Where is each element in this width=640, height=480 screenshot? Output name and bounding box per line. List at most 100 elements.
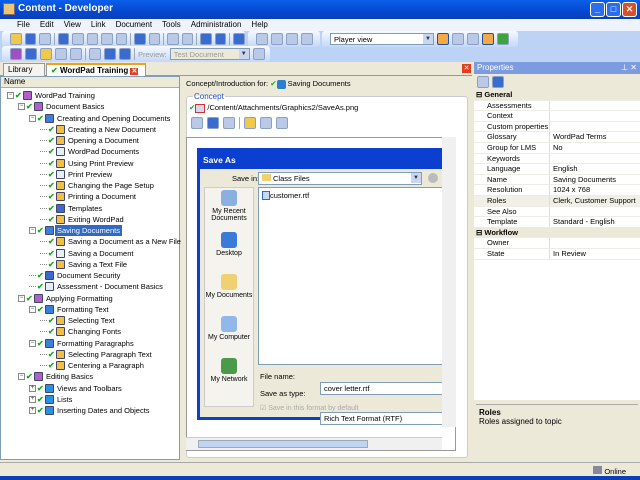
categorized-icon[interactable] (477, 76, 489, 88)
property-row[interactable]: Group for LMS No (474, 142, 640, 154)
property-category[interactable]: ⊟ Workflow (474, 227, 640, 239)
tab-wordpad-training[interactable]: ✔ WordPad Training ✕ (46, 63, 146, 76)
property-value[interactable] (550, 153, 640, 164)
layout-columns-icon[interactable] (467, 33, 479, 45)
column-header-name[interactable]: Name (1, 77, 179, 88)
tree-item[interactable]: ✔ WordPad Documents (40, 146, 141, 157)
tree-item[interactable]: − ✔ Saving Documents (29, 225, 122, 236)
tree-item[interactable]: ✔ Using Print Preview (40, 158, 135, 169)
image-icon[interactable] (223, 116, 235, 129)
maximize-button[interactable]: □ (606, 2, 621, 17)
tree-item[interactable]: ✔ Print Preview (40, 169, 114, 180)
scroll-thumb[interactable] (198, 440, 368, 448)
menu-tools[interactable]: Tools (157, 19, 186, 31)
tree-item[interactable]: ✔ Creating a New Document (40, 124, 158, 135)
menu-view[interactable]: View (59, 19, 86, 31)
collapse-icon[interactable]: − (18, 294, 25, 302)
tree-item[interactable]: ✔ Opening a Document (40, 135, 141, 146)
menu-link[interactable]: Link (86, 19, 111, 31)
check-in-icon[interactable] (256, 33, 268, 45)
properties-icon[interactable] (115, 33, 128, 45)
tree-item[interactable]: − ✔ Document Basics (18, 101, 106, 112)
sort-alphabetical-icon[interactable] (492, 76, 504, 88)
tree-item[interactable]: ✔ Saving a Text File (40, 259, 129, 270)
vertical-scrollbar[interactable] (442, 137, 456, 427)
tree-item[interactable]: ✔ Saving a Document as a New File (40, 236, 183, 247)
menu-file[interactable]: File (12, 19, 35, 31)
edit-pencil-icon[interactable] (244, 116, 256, 129)
tree-item[interactable]: + ✔ Views and Toolbars (29, 383, 124, 394)
collapse-icon[interactable]: − (29, 305, 36, 313)
tree-item[interactable]: − ✔ WordPad Training (7, 90, 97, 101)
tree-item[interactable]: ✔ Document Security (29, 270, 122, 281)
property-row[interactable]: Context (474, 111, 640, 122)
tree-item[interactable]: ✔ Changing the Page Setup (40, 180, 156, 191)
property-value[interactable] (550, 111, 640, 121)
redo-icon[interactable] (148, 33, 161, 45)
help-icon[interactable] (233, 33, 245, 45)
spellcheck-icon[interactable] (214, 33, 227, 45)
tree-item[interactable]: ✔ Selecting Paragraph Text (40, 349, 154, 360)
property-value[interactable] (550, 100, 640, 111)
copy-icon[interactable] (72, 33, 84, 45)
property-value[interactable]: Saving Documents (550, 174, 640, 185)
web-icon[interactable] (207, 116, 219, 129)
collapse-icon[interactable]: − (29, 227, 36, 234)
menu-document[interactable]: Document (111, 19, 157, 31)
minimize-button[interactable]: _ (590, 2, 605, 17)
tree-item[interactable]: − ✔ Applying Formatting (18, 293, 115, 304)
find-icon[interactable] (200, 33, 212, 45)
new-course-icon[interactable] (10, 48, 22, 60)
attachment-path[interactable]: /Content/Attachments/Graphics2/SaveAs.pn… (207, 103, 358, 112)
menu-edit[interactable]: Edit (35, 19, 59, 31)
tree-item[interactable]: ✔ Assessment - Document Basics (29, 281, 165, 292)
property-value[interactable]: English (550, 164, 640, 174)
close-tab-icon[interactable]: ✕ (130, 68, 139, 75)
property-row[interactable]: See Also (474, 206, 640, 218)
view-select[interactable]: Player view ▼ (330, 33, 434, 45)
tree-item[interactable]: + ✔ Inserting Dates and Objects (29, 405, 152, 416)
expand-icon[interactable] (167, 33, 179, 45)
tree-item[interactable]: ✔ Printing a Document (40, 191, 138, 202)
property-row[interactable]: Custom properties (474, 121, 640, 133)
property-row[interactable]: Language English (474, 164, 640, 175)
close-pane-icon[interactable]: ✕ (462, 64, 471, 73)
property-value[interactable] (550, 206, 640, 217)
collapse-icon[interactable]: − (7, 92, 14, 99)
new-question-dropdown-icon[interactable] (70, 48, 82, 60)
open-icon[interactable] (10, 33, 22, 45)
layout-split-icon[interactable] (452, 33, 464, 45)
print-icon[interactable] (39, 33, 51, 45)
close-button[interactable]: ✕ (622, 2, 637, 17)
property-value[interactable] (550, 121, 640, 132)
move-up-icon[interactable] (104, 48, 116, 60)
preview-document-icon[interactable] (276, 116, 288, 129)
demote-icon[interactable] (89, 48, 101, 60)
tree-item[interactable]: − ✔ Formatting Text (29, 304, 111, 315)
tree-item[interactable]: − ✔ Editing Basics (18, 371, 95, 382)
check-out-all-icon[interactable] (301, 33, 313, 45)
new-chapter-icon[interactable] (25, 48, 37, 60)
menu-help[interactable]: Help (246, 19, 272, 31)
property-value[interactable] (550, 238, 640, 248)
new-topic-icon[interactable] (40, 48, 52, 60)
collapse-icon[interactable]: − (29, 114, 36, 122)
tree-item[interactable]: + ✔ Lists (29, 394, 74, 405)
tree-item[interactable]: − ✔ Formatting Paragraphs (29, 338, 136, 349)
expand-icon[interactable]: + (29, 395, 36, 403)
tree-item[interactable]: ✔ Centering a Paragraph (40, 360, 146, 371)
tree-item[interactable]: ✔ Selecting Text (40, 315, 117, 326)
collapse-icon[interactable]: − (18, 373, 25, 381)
property-value[interactable]: WordPad Terms (550, 132, 640, 142)
check-out-icon[interactable] (286, 33, 298, 45)
property-category[interactable]: ⊟ General (474, 90, 640, 101)
refresh-icon[interactable] (497, 33, 509, 45)
property-value[interactable]: 1024 x 768 (550, 185, 640, 195)
horizontal-scrollbar[interactable] (186, 437, 442, 450)
tree-item[interactable]: ✔ Templates (40, 203, 104, 214)
property-row[interactable]: State In Review (474, 248, 640, 260)
property-row[interactable]: Keywords (474, 153, 640, 165)
paste-icon[interactable] (86, 33, 99, 45)
property-value[interactable]: Standard - English (550, 217, 640, 227)
close-properties-icon[interactable]: ✕ (630, 63, 637, 72)
